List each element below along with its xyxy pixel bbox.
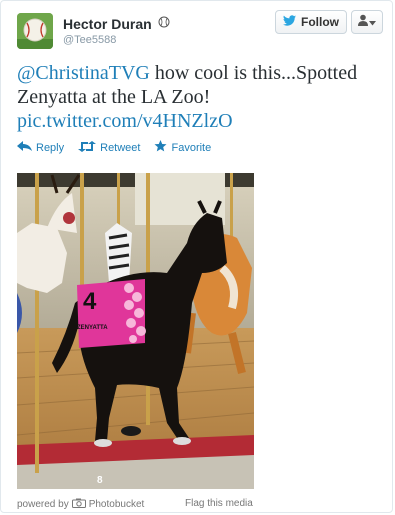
tweet-text: @ChristinaTVG how cool is this...Spotted… bbox=[17, 61, 377, 133]
user-full-name[interactable]: Hector Duran bbox=[63, 16, 152, 32]
media-photo[interactable]: 8 4 ZENYATTA bbox=[17, 173, 254, 489]
saddle-number: 4 bbox=[83, 288, 97, 315]
retweet-icon bbox=[78, 140, 97, 155]
saddle-name: ZENYATTA bbox=[77, 325, 108, 331]
user-name-row: Hector Duran bbox=[63, 15, 170, 33]
caret-down-icon bbox=[369, 13, 376, 31]
tweet-card: Hector Duran @Tee5588 Follow @ChristinaT bbox=[0, 0, 393, 513]
provider-link[interactable]: Photobucket bbox=[89, 499, 145, 510]
carousel-horse-photo: 8 4 ZENYATTA bbox=[17, 173, 254, 489]
mention-link[interactable]: @ChristinaTVG bbox=[17, 62, 150, 84]
baseball-avatar-image bbox=[17, 13, 53, 49]
person-icon bbox=[358, 13, 368, 31]
flag-media-link[interactable]: Flag this media bbox=[185, 498, 253, 509]
reply-button[interactable]: Reply bbox=[17, 140, 64, 155]
follow-button-label: Follow bbox=[301, 15, 339, 29]
avatar[interactable] bbox=[17, 13, 53, 49]
powered-by-label: powered by bbox=[17, 499, 69, 510]
retweet-button[interactable]: Retweet bbox=[78, 140, 140, 155]
user-handle[interactable]: @Tee5588 bbox=[63, 34, 116, 46]
camera-icon bbox=[71, 498, 86, 511]
reply-arrow-icon bbox=[17, 141, 32, 154]
retweet-label: Retweet bbox=[100, 141, 141, 154]
sports-ball-icon bbox=[158, 15, 170, 33]
favorite-label: Favorite bbox=[171, 141, 212, 154]
media-link[interactable]: pic.twitter.com/v4HNZlzO bbox=[17, 110, 233, 132]
platform-number: 8 bbox=[97, 475, 103, 486]
follow-button[interactable]: Follow bbox=[275, 10, 347, 34]
star-icon bbox=[154, 140, 167, 155]
twitter-bird-icon bbox=[283, 14, 297, 30]
powered-by: powered by Photobucket bbox=[17, 498, 144, 511]
user-actions-button[interactable] bbox=[351, 10, 383, 34]
favorite-button[interactable]: Favorite bbox=[154, 140, 211, 155]
reply-label: Reply bbox=[36, 141, 65, 154]
tweet-actions: Reply Retweet Favorite bbox=[17, 140, 211, 155]
